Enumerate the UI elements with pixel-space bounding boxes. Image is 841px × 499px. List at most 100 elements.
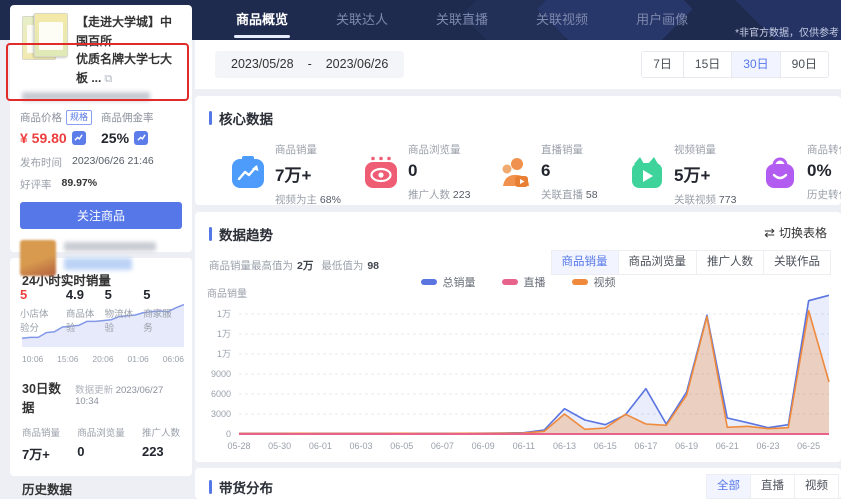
trend-title: 数据趋势 bbox=[219, 228, 273, 243]
distribution-title: 带货分布 bbox=[219, 481, 273, 496]
trend-tab-related-works[interactable]: 关联作品 bbox=[763, 250, 831, 275]
dist-tab-video[interactable]: 视频 bbox=[794, 474, 839, 499]
commission-label: 商品佣金率 bbox=[101, 111, 154, 124]
product-info-card: 【走进大学城】中国百所 优质名牌大学七大板 ... ⧉ 商品价格 规格 ¥ 59.… bbox=[10, 5, 192, 334]
nav-tab-related-creators[interactable]: 关联达人 bbox=[312, 0, 412, 40]
svg-text:06-01: 06-01 bbox=[309, 441, 332, 451]
nav-tab-user-profile[interactable]: 用户画像 bbox=[612, 0, 712, 40]
history-title: 历史数据 bbox=[22, 483, 73, 497]
spec-badge[interactable]: 规格 bbox=[66, 109, 93, 125]
dist-tab-all[interactable]: 全部 bbox=[706, 474, 751, 499]
data-trend-card: 数据趋势 ⇄ 切换表格 商品销量最高值为 2万 最低值为 98 商品销量 商品浏览量 推… bbox=[195, 212, 841, 462]
svg-text:9000: 9000 bbox=[211, 369, 231, 379]
svg-text:05-30: 05-30 bbox=[268, 441, 291, 451]
svg-text:3000: 3000 bbox=[211, 409, 231, 419]
svg-text:06-03: 06-03 bbox=[350, 441, 373, 451]
switch-to-table-button[interactable]: ⇄ 切换表格 bbox=[764, 224, 827, 241]
chart-legend: 总销量 直播 视频 bbox=[195, 274, 841, 290]
core-data-title: 核心数据 bbox=[219, 112, 273, 127]
section-marker bbox=[209, 480, 212, 494]
svg-text:6000: 6000 bbox=[211, 389, 231, 399]
legend-live[interactable]: 直播 bbox=[501, 274, 546, 290]
svg-text:06-09: 06-09 bbox=[472, 441, 495, 451]
product-image[interactable] bbox=[20, 13, 76, 63]
svg-text:05-28: 05-28 bbox=[227, 441, 250, 451]
score-product-label: 商品体验 bbox=[65, 308, 95, 334]
trend-max-value: 2万 bbox=[297, 260, 314, 272]
trend-chart-svg: 0 3000 6000 9000 1万 1万 1万 05-28 05-30 06-01 06-03 0… bbox=[211, 294, 830, 451]
trend-tab-views[interactable]: 商品浏览量 bbox=[617, 250, 697, 275]
day30-views: 0 bbox=[77, 444, 85, 459]
shop-scores-row: 5 小店体验分 4.9 商品体验 5 物流体验 5 商家服务 bbox=[20, 287, 182, 334]
svg-text:06-13: 06-13 bbox=[553, 441, 576, 451]
day30-title: 30日数据 bbox=[22, 382, 61, 415]
trend-tab-promoters[interactable]: 推广人数 bbox=[696, 250, 764, 275]
conversion-bag-icon bbox=[766, 157, 794, 188]
metric-live-sales: 直播销量 6 关联直播 58 bbox=[497, 142, 630, 207]
commission-trend-icon[interactable] bbox=[134, 130, 149, 145]
product-title: 【走进大学城】中国百所 优质名牌大学七大板 ... ⧉ bbox=[76, 15, 173, 85]
score-shop-label: 小店体验分 bbox=[20, 308, 49, 334]
score-logistics-value: 5 bbox=[104, 286, 112, 302]
nav-tab-product-overview[interactable]: 商品概览 bbox=[212, 0, 312, 40]
nav-tab-related-videos[interactable]: 关联视频 bbox=[512, 0, 612, 40]
trend-min-value: 98 bbox=[367, 260, 380, 272]
metric-product-views: 商品浏览量 0 推广人数 223 bbox=[364, 142, 497, 207]
svg-text:06-25: 06-25 bbox=[797, 441, 820, 451]
range-7d-button[interactable]: 7日 bbox=[641, 51, 684, 78]
nav-tabs: 商品概览 关联达人 关联直播 关联视频 用户画像 bbox=[212, 0, 712, 40]
day30-sales: 7万+ bbox=[22, 447, 50, 462]
commission-rate: 25% bbox=[101, 130, 182, 146]
day30-promoters: 223 bbox=[141, 444, 164, 459]
copy-icon[interactable]: ⧉ bbox=[104, 73, 112, 85]
score-shop-value: 5 bbox=[20, 286, 28, 302]
redacted-category-line bbox=[22, 91, 150, 101]
legend-swatch-blue bbox=[420, 279, 437, 285]
distribution-card: 带货分布 全部 直播 视频 bbox=[195, 468, 841, 499]
range-15d-button[interactable]: 15日 bbox=[682, 51, 733, 78]
distribution-tabs: 全部 直播 视频 bbox=[706, 474, 839, 499]
svg-text:06-19: 06-19 bbox=[675, 441, 698, 451]
legend-swatch-orange bbox=[571, 279, 588, 285]
metric-video-sales: 视频销量 5万+ 关联视频 773 bbox=[630, 142, 763, 207]
core-data-card: 核心数据 商品销量 7万+ 视频为主 68% 商品浏览量 0 推广人数 223 … bbox=[195, 96, 841, 207]
follow-product-button[interactable]: 关注商品 bbox=[20, 201, 182, 229]
publish-time-row: 发布时间 2023/06/26 21:46 bbox=[20, 154, 154, 169]
trend-tab-sales[interactable]: 商品销量 bbox=[550, 250, 619, 275]
redacted-shop-name bbox=[64, 240, 156, 276]
realtime-x-labels: 10:06 15:06 20:06 01:06 06:06 bbox=[22, 354, 184, 364]
day30-metrics: 商品销量 7万+ 商品浏览量 0 推广人数 223 bbox=[22, 428, 180, 462]
svg-text:06-07: 06-07 bbox=[431, 441, 454, 451]
score-logistics-label: 物流体验 bbox=[104, 308, 134, 334]
svg-text:06-05: 06-05 bbox=[390, 441, 413, 451]
score-service-label: 商家服务 bbox=[143, 308, 172, 334]
section-marker bbox=[209, 227, 212, 241]
svg-text:06-23: 06-23 bbox=[756, 441, 779, 451]
nav-tab-related-lives[interactable]: 关联直播 bbox=[412, 0, 512, 40]
metric-conversion-rate: 商品转化率 0% 历史转化率 bbox=[763, 142, 841, 207]
legend-video[interactable]: 视频 bbox=[571, 274, 616, 290]
date-range-picker[interactable]: 2023/05/28 - 2023/06/26 bbox=[215, 51, 405, 78]
unofficial-data-disclaimer: *非官方数据，仅供参考 bbox=[735, 28, 839, 39]
publish-time: 2023/06/26 21:46 bbox=[72, 154, 154, 167]
dist-tab-live[interactable]: 直播 bbox=[750, 474, 795, 499]
range-90d-button[interactable]: 90日 bbox=[779, 51, 829, 78]
svg-text:06-17: 06-17 bbox=[634, 441, 657, 451]
product-price: ¥ 59.80 bbox=[20, 130, 101, 146]
video-play-icon bbox=[632, 157, 662, 188]
range-30d-button[interactable]: 30日 bbox=[731, 51, 781, 78]
shop-avatar[interactable] bbox=[20, 239, 56, 276]
price-trend-icon[interactable] bbox=[71, 130, 86, 145]
data-update-time: 数据更新 2023/06/27 10:34 bbox=[75, 385, 164, 407]
metric-product-sales: 商品销量 7万+ 视频为主 68% bbox=[231, 142, 364, 207]
swap-arrows-icon: ⇄ bbox=[764, 225, 775, 240]
svg-text:1万: 1万 bbox=[217, 349, 231, 359]
svg-text:06-21: 06-21 bbox=[716, 441, 739, 451]
legend-total-sales[interactable]: 总销量 bbox=[420, 274, 476, 290]
range-buttons: 7日 15日 30日 90日 bbox=[641, 51, 829, 78]
date-filter-bar: 2023/05/28 - 2023/06/26 7日 15日 30日 90日 bbox=[195, 40, 841, 89]
eye-views-icon bbox=[365, 156, 397, 188]
legend-swatch-pink bbox=[501, 279, 518, 285]
score-service-value: 5 bbox=[143, 286, 151, 302]
svg-text:06-11: 06-11 bbox=[513, 441, 535, 451]
